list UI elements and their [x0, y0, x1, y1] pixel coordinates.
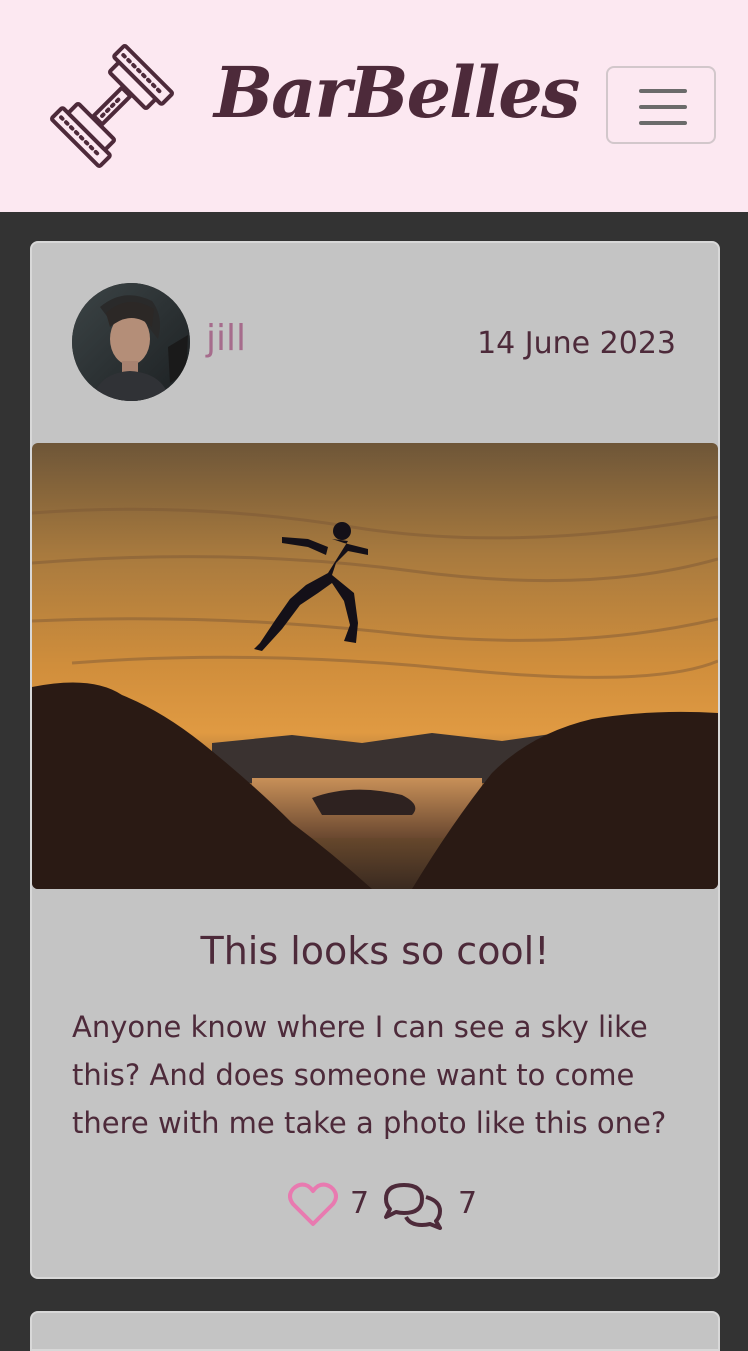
likes-count: 7: [350, 1186, 370, 1221]
post-title: This looks so cool!: [200, 929, 550, 973]
avatar[interactable]: [72, 283, 190, 401]
next-post-card: [30, 1311, 720, 1351]
post-date: 14 June 2023: [477, 326, 676, 361]
barbell-icon[interactable]: [30, 24, 194, 188]
navbar: BarBelles: [0, 0, 748, 212]
brand-name[interactable]: BarBelles: [214, 48, 580, 138]
comments-count: 7: [458, 1186, 478, 1221]
post-image[interactable]: [32, 443, 718, 889]
hamburger-menu-icon: [639, 89, 687, 93]
post-body: Anyone know where I can see a sky like t…: [72, 1010, 667, 1140]
comments-icon[interactable]: [382, 1181, 444, 1231]
post-author-link[interactable]: jill: [206, 317, 246, 361]
post-card: jill 14 June 2023 This looks so cool! An…: [30, 241, 720, 1279]
heart-icon[interactable]: [288, 1181, 338, 1227]
hamburger-menu-button[interactable]: [606, 66, 716, 144]
